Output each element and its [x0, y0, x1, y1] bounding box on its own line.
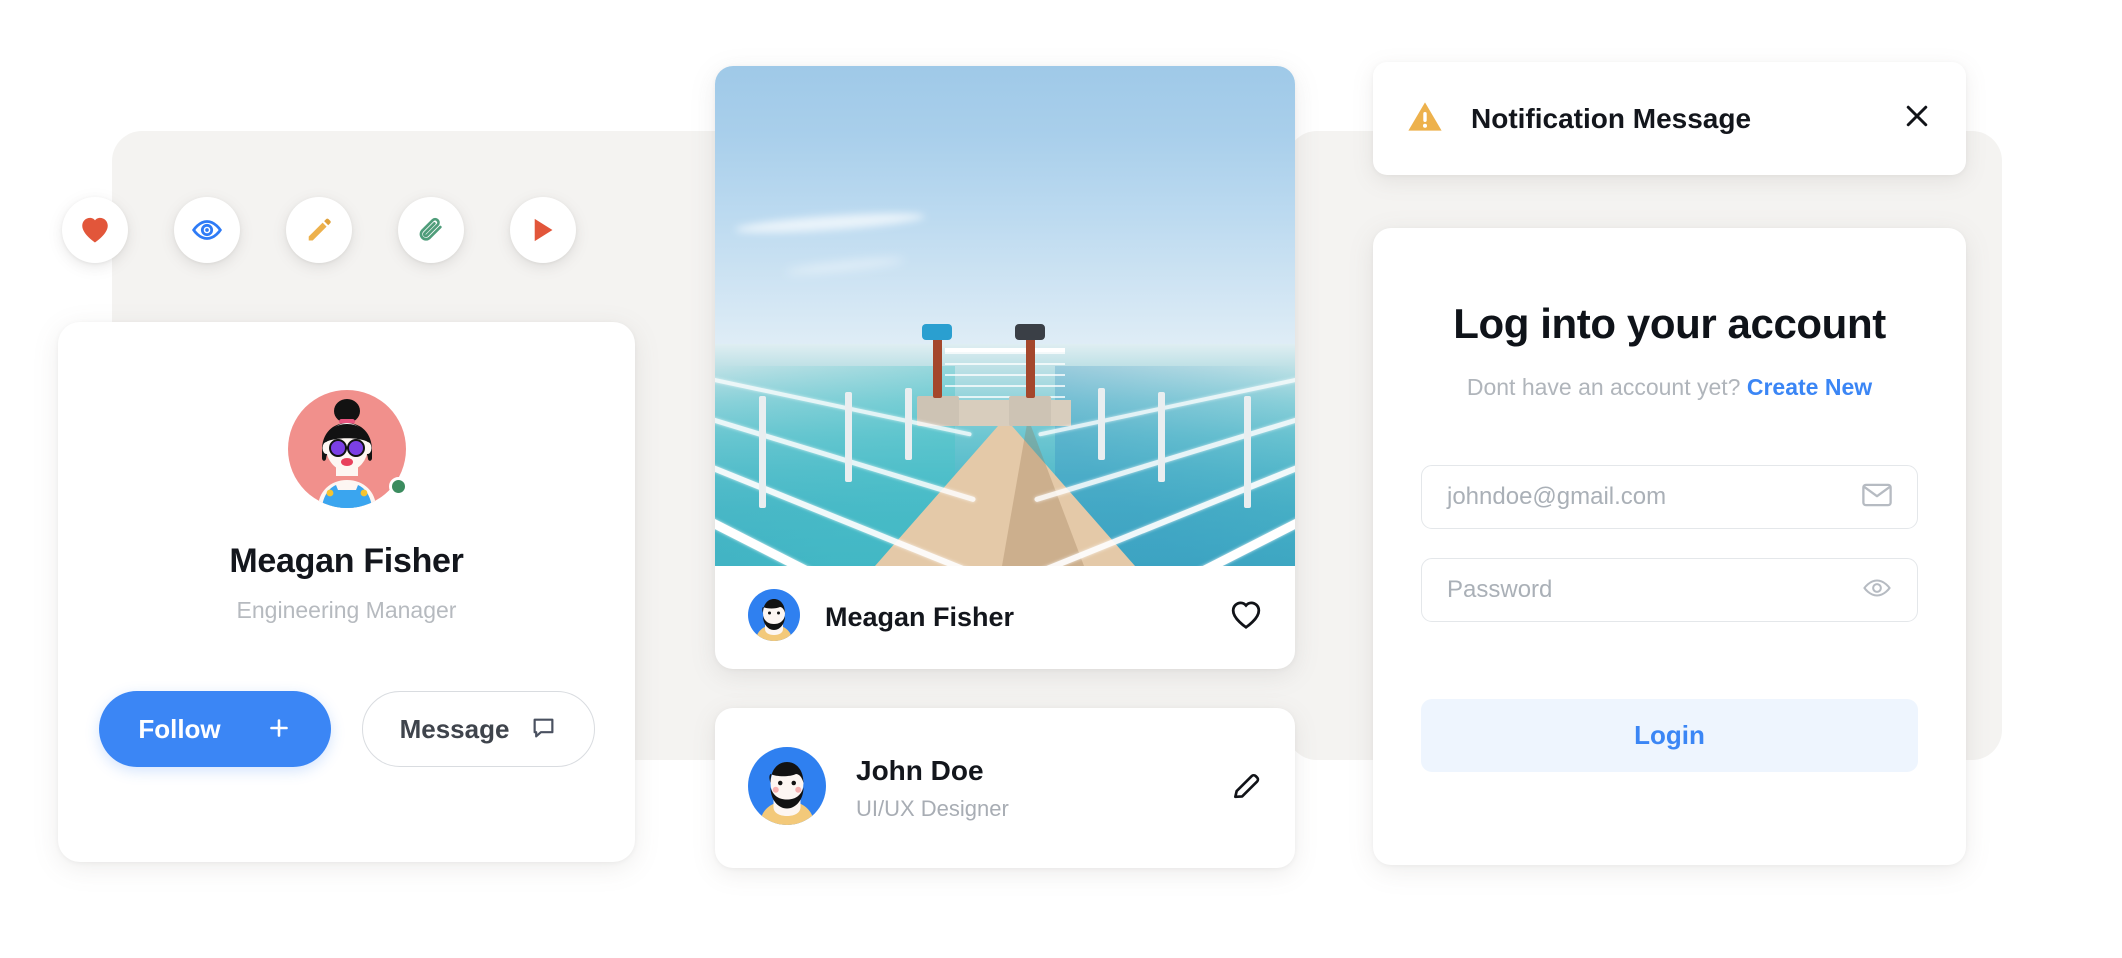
profile-name: Meagan Fisher	[229, 542, 464, 580]
pier-deck-shadow	[1002, 418, 1084, 566]
login-subtitle-text: Dont have an account yet?	[1466, 374, 1741, 400]
email-input-value[interactable]: johndoe@gmail.com	[1447, 483, 1850, 511]
password-field[interactable]: Password	[1421, 558, 1918, 622]
photo-card: Meagan Fisher	[715, 66, 1295, 669]
eye-icon	[191, 218, 223, 242]
profile-card: Meagan Fisher Engineering Manager Follow…	[58, 322, 635, 862]
play-icon	[531, 217, 555, 243]
person-card: John Doe UI/UX Designer	[715, 708, 1295, 868]
close-icon[interactable]	[1902, 101, 1932, 136]
viewing-binoculars-dark	[1015, 324, 1045, 340]
paperclip-icon-button[interactable]	[398, 197, 464, 263]
message-button[interactable]: Message	[361, 691, 595, 767]
edit-pencil-icon[interactable]	[1230, 770, 1262, 807]
railing-post-left-3	[905, 388, 912, 460]
login-title: Log into your account	[1453, 300, 1886, 347]
heart-icon	[80, 216, 110, 244]
favorite-heart-icon[interactable]	[1230, 600, 1262, 635]
avatar	[287, 390, 408, 508]
follow-button[interactable]: Follow	[98, 691, 331, 767]
pencil-icon	[305, 216, 333, 244]
login-card: Log into your account Dont have an accou…	[1373, 228, 1966, 865]
pier-photo	[715, 66, 1295, 566]
notification-message: Notification Message	[1471, 102, 1752, 134]
railing-post-right-3	[1098, 388, 1105, 460]
chat-bubble-icon	[531, 715, 556, 743]
play-icon-button[interactable]	[510, 197, 576, 263]
warning-triangle-icon	[1407, 100, 1443, 138]
photo-card-footer: Meagan Fisher	[715, 566, 1295, 669]
person-card-avatar	[748, 746, 826, 830]
online-status-dot	[388, 477, 408, 496]
railing-post-right-1	[1244, 396, 1251, 508]
railing-post-left-1	[759, 396, 766, 508]
heart-icon-button[interactable]	[62, 197, 128, 263]
eye-reveal-icon[interactable]	[1862, 577, 1892, 604]
pier-end-gate	[945, 348, 1065, 400]
action-icon-row	[62, 197, 576, 263]
railing-post-left-2	[845, 392, 852, 482]
person-card-role: UI/UX Designer	[856, 795, 1009, 821]
scope-post-left	[933, 338, 942, 398]
envelope-icon	[1862, 483, 1892, 512]
email-field[interactable]: johndoe@gmail.com	[1421, 465, 1918, 529]
create-new-link[interactable]: Create New	[1747, 374, 1872, 400]
login-subtitle: Dont have an account yet? Create New	[1467, 374, 1872, 401]
pencil-icon-button[interactable]	[286, 197, 352, 263]
password-input-value[interactable]: Password	[1447, 576, 1850, 604]
plus-icon	[267, 716, 291, 743]
profile-role: Engineering Manager	[236, 597, 457, 623]
app-canvas: Meagan Fisher Engineering Manager Follow…	[0, 0, 2122, 958]
scope-plinth-right	[1009, 396, 1051, 426]
photo-card-avatar	[748, 589, 800, 646]
eye-icon-button[interactable]	[174, 197, 240, 263]
notification-bar: Notification Message	[1373, 62, 1966, 175]
profile-actions: Follow Message	[98, 691, 595, 767]
railing-post-right-2	[1158, 392, 1165, 482]
paperclip-icon	[417, 216, 445, 244]
message-button-label: Message	[399, 713, 510, 744]
person-card-meta: John Doe UI/UX Designer	[856, 755, 1200, 822]
viewing-binoculars-blue	[922, 324, 952, 340]
person-card-name: John Doe	[856, 754, 984, 786]
photo-card-username: Meagan Fisher	[825, 602, 1015, 632]
scope-post-right	[1026, 338, 1035, 398]
avatar-illustration	[287, 390, 406, 508]
follow-button-label: Follow	[138, 713, 221, 744]
login-button[interactable]: Login	[1421, 699, 1918, 772]
